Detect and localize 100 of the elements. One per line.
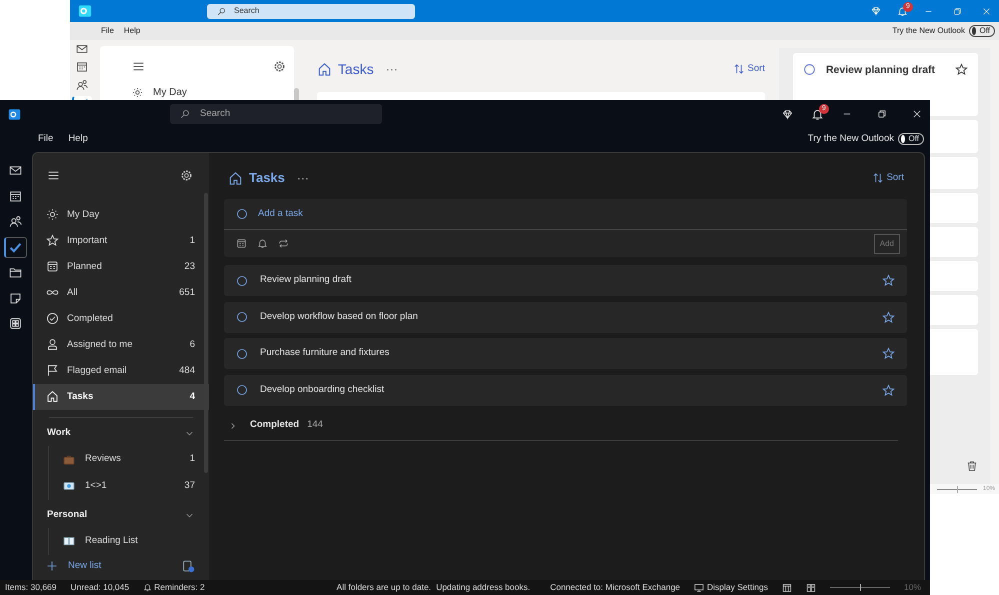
display-settings-button[interactable]: Display Settings bbox=[694, 581, 768, 594]
sidebar-item[interactable]: Reviews 1 bbox=[49, 446, 209, 473]
sidebar-item[interactable]: Reading List bbox=[49, 528, 209, 555]
task-row[interactable]: Review planning draft bbox=[224, 265, 907, 296]
group-header[interactable]: Personal bbox=[33, 502, 209, 528]
mail-icon bbox=[8, 164, 22, 177]
calendar-icon bbox=[8, 190, 22, 202]
monitor-icon bbox=[694, 582, 704, 592]
sidebar-item[interactable]: Important 1 bbox=[33, 228, 209, 254]
sidebar-item[interactable]: Flagged email 484 bbox=[33, 358, 209, 384]
settings-icon[interactable] bbox=[180, 168, 193, 182]
menu-item[interactable]: File bbox=[101, 25, 114, 37]
menu-item[interactable]: File bbox=[38, 132, 54, 146]
bell-icon[interactable] bbox=[257, 238, 268, 249]
settings-icon[interactable] bbox=[273, 60, 286, 73]
calendar-icon bbox=[76, 61, 88, 73]
book-icon bbox=[63, 535, 75, 548]
circle-icon[interactable] bbox=[236, 384, 248, 396]
sidebar-item[interactable]: Planned 23 bbox=[33, 254, 209, 280]
flag-icon bbox=[46, 364, 59, 378]
search-placeholder: Search bbox=[200, 106, 230, 121]
briefcase-icon bbox=[63, 454, 75, 466]
menu-item[interactable]: Help bbox=[124, 25, 140, 37]
more-options-button[interactable]: ··· bbox=[386, 60, 398, 78]
rail-button[interactable] bbox=[4, 236, 26, 258]
circle-icon[interactable] bbox=[802, 63, 816, 76]
list-title: Tasks bbox=[249, 169, 285, 188]
menu-icon[interactable] bbox=[132, 60, 145, 73]
sidebar-item[interactable]: Tasks 4 bbox=[33, 384, 209, 410]
people-icon bbox=[76, 79, 88, 91]
sidebar-item[interactable]: Completed bbox=[33, 306, 209, 332]
sort-icon bbox=[872, 172, 884, 184]
app-logo-icon[interactable] bbox=[8, 108, 21, 120]
sidebar-item[interactable]: All 651 bbox=[33, 280, 209, 306]
calendar-icon[interactable] bbox=[236, 238, 247, 249]
home-icon bbox=[46, 390, 59, 404]
toggle-label: Try the New Outlook bbox=[892, 25, 965, 37]
star-icon[interactable] bbox=[882, 384, 895, 396]
more-options-button[interactable]: ··· bbox=[296, 169, 309, 187]
folder-icon bbox=[8, 266, 22, 279]
people-icon bbox=[8, 215, 22, 228]
task-row[interactable]: Purchase furniture and fixtures bbox=[224, 338, 907, 369]
star-icon[interactable] bbox=[955, 63, 968, 76]
list-title: Tasks bbox=[338, 60, 374, 78]
toggle-switch[interactable]: Off bbox=[898, 133, 924, 145]
sort-button[interactable]: Sort bbox=[732, 62, 765, 76]
person-icon bbox=[46, 338, 59, 352]
new-list-button[interactable]: New list bbox=[68, 559, 102, 574]
toggle-switch[interactable]: Off bbox=[969, 25, 995, 37]
circle-icon[interactable] bbox=[236, 311, 248, 323]
toggle-label: Try the New Outlook bbox=[808, 132, 894, 146]
new-group-icon[interactable] bbox=[182, 560, 195, 573]
search-placeholder: Search bbox=[234, 5, 260, 17]
sidebar-item[interactable]: Assigned to me 6 bbox=[33, 332, 209, 358]
circle-icon[interactable] bbox=[236, 348, 248, 360]
plus-icon bbox=[46, 560, 58, 572]
group-header[interactable]: Work bbox=[33, 420, 209, 446]
reading-view-icon[interactable] bbox=[806, 582, 816, 592]
star-icon[interactable] bbox=[882, 310, 895, 324]
scrollbar[interactable] bbox=[294, 88, 299, 100]
task-row[interactable]: Develop workflow based on floor plan bbox=[224, 302, 907, 332]
task-title: Develop onboarding checklist bbox=[260, 382, 386, 397]
close-icon[interactable] bbox=[912, 109, 922, 119]
reminders-status[interactable]: Reminders: 2 bbox=[154, 581, 205, 594]
add-task-field[interactable] bbox=[316, 92, 765, 100]
restore-icon[interactable] bbox=[877, 109, 887, 119]
unread-count: Unread: 10,045 bbox=[70, 581, 130, 594]
trash-icon[interactable] bbox=[966, 460, 978, 472]
calendar-icon bbox=[46, 260, 59, 274]
star-icon[interactable] bbox=[882, 274, 895, 287]
search-icon bbox=[180, 109, 190, 119]
normal-view-icon[interactable] bbox=[782, 582, 792, 592]
task-row[interactable]: Develop onboarding checklist bbox=[224, 374, 907, 406]
circle-icon bbox=[236, 208, 248, 220]
search-field[interactable]: Search bbox=[207, 4, 415, 18]
sidebar-item[interactable]: 1<>1 37 bbox=[49, 472, 209, 500]
completed-count: 144 bbox=[307, 418, 323, 432]
repeat-icon[interactable] bbox=[278, 238, 289, 249]
circle-icon[interactable] bbox=[236, 274, 248, 286]
zoom-level: 10% bbox=[904, 581, 921, 594]
apps-icon bbox=[8, 317, 22, 330]
add-task-field[interactable]: Add a task bbox=[224, 199, 907, 230]
task-title: Develop workflow based on floor plan bbox=[260, 310, 419, 324]
diamond-icon[interactable] bbox=[782, 108, 793, 120]
sun-icon bbox=[46, 208, 59, 222]
sort-button[interactable]: Sort bbox=[872, 170, 904, 186]
sidebar-item[interactable]: My Day bbox=[153, 85, 187, 100]
task-title: Review planning draft bbox=[260, 273, 352, 288]
menu-item[interactable]: Help bbox=[68, 132, 88, 146]
sidebar-item[interactable]: My Day bbox=[33, 202, 209, 228]
star-icon[interactable] bbox=[882, 347, 895, 360]
check-circle-icon bbox=[46, 312, 59, 326]
contact-card-icon bbox=[63, 480, 75, 492]
sync-status: All folders are up to date. bbox=[336, 581, 432, 594]
bell-icon[interactable] bbox=[811, 108, 824, 120]
sort-icon bbox=[732, 63, 745, 75]
search-field[interactable]: Search bbox=[170, 104, 382, 124]
completed-section-toggle[interactable]: Completed bbox=[250, 418, 300, 433]
update-status: Updating address books. bbox=[436, 581, 530, 594]
mail-icon bbox=[76, 43, 88, 55]
